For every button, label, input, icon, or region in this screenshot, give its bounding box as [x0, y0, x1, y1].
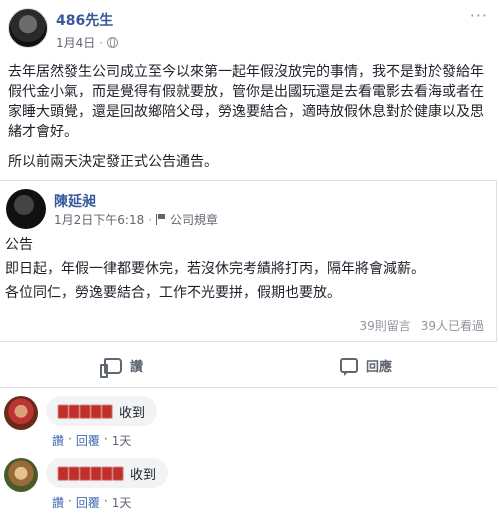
shared-author[interactable]: 陳延昶: [54, 191, 96, 211]
comment-reply-link[interactable]: 回覆: [76, 494, 100, 511]
commenter-name[interactable]: ▇▇▇▇▇▇: [58, 466, 124, 481]
shared-date[interactable]: 1月2日下午6:18: [54, 211, 144, 228]
comment-text: 收到: [119, 405, 146, 421]
shared-body: 公告 即日起，年假一律都要休完，若沒休完考績將打丙，隔年將會減薪。 各位同仁，勞…: [5, 233, 493, 305]
comment-icon: [340, 358, 358, 376]
shared-line: 即日起，年假一律都要休完，若沒休完考績將打丙，隔年將會減薪。: [5, 261, 425, 277]
commenter-name[interactable]: ▇▇▇▇▇: [58, 404, 113, 419]
post-header: 486先生 1月4日 · ···: [8, 6, 488, 54]
shared-author-avatar[interactable]: [6, 189, 46, 229]
shared-line: 公告: [5, 237, 33, 253]
comment-reply-link[interactable]: 回覆: [76, 432, 100, 449]
separator: ·: [68, 432, 72, 446]
separator: ·: [68, 494, 72, 508]
comment-time[interactable]: 1天: [112, 494, 132, 511]
separator: ·: [99, 35, 104, 50]
comment-like-link[interactable]: 讚: [52, 432, 64, 449]
more-options-icon[interactable]: ···: [470, 6, 488, 25]
separator: ·: [103, 432, 108, 446]
post-body: 去年居然發生公司成立至今以來第一起年假沒放完的事情，我不是對於發給年假代金小氣，…: [8, 62, 492, 182]
comment-label: 回應: [366, 360, 393, 375]
comments-count[interactable]: 39則留言: [359, 317, 410, 334]
like-label: 讚: [130, 360, 144, 375]
comment-text: 收到: [130, 467, 157, 483]
comment-actions: 讚 · 回覆 · 1天: [52, 432, 131, 449]
post-author[interactable]: 486先生: [56, 10, 113, 30]
separator: ·: [148, 212, 153, 227]
thumbs-up-icon: [100, 357, 122, 378]
commenter-avatar[interactable]: [4, 458, 38, 492]
separator: ·: [103, 494, 108, 508]
flag-icon: [156, 214, 166, 225]
globe-icon: [107, 37, 119, 48]
shared-meta: 1月2日下午6:18 · 公司規章: [54, 211, 218, 228]
comment-time[interactable]: 1天: [112, 432, 132, 449]
post-date[interactable]: 1月4日: [56, 34, 95, 51]
shared-group[interactable]: 公司規章: [170, 211, 218, 228]
comment: ▇▇▇▇▇▇ 收到 讚 · 回覆 · 1天: [4, 458, 484, 514]
shared-post[interactable]: 陳延昶 1月2日下午6:18 · 公司規章 公告 即日起，年假一律都要休完，若沒…: [0, 180, 497, 342]
like-button[interactable]: 讚: [100, 356, 144, 378]
shared-line: 各位同仁，勞逸要結合，工作不光要拼，假期也要放。: [5, 285, 341, 301]
post-meta: 1月4日 ·: [56, 34, 119, 51]
comment-bubble: ▇▇▇▇▇▇ 收到: [46, 458, 169, 488]
post-paragraph: 所以前兩天決定發正式公告通告。: [8, 154, 218, 170]
comment-actions: 讚 · 回覆 · 1天: [52, 494, 131, 511]
action-bar: 讚 回應: [0, 348, 497, 388]
shared-stats: 39則留言 39人已看過: [359, 317, 484, 334]
comment: ▇▇▇▇▇ 收到 讚 · 回覆 · 1天: [4, 396, 484, 452]
post-paragraph: 去年居然發生公司成立至今以來第一起年假沒放完的事情，我不是對於發給年假代金小氣，…: [8, 64, 484, 140]
comment-button[interactable]: 回應: [340, 356, 393, 376]
comment-bubble: ▇▇▇▇▇ 收到: [46, 396, 158, 426]
author-avatar[interactable]: [8, 8, 48, 48]
views-count[interactable]: 39人已看過: [421, 317, 484, 334]
commenter-avatar[interactable]: [4, 396, 38, 430]
comment-like-link[interactable]: 讚: [52, 494, 64, 511]
